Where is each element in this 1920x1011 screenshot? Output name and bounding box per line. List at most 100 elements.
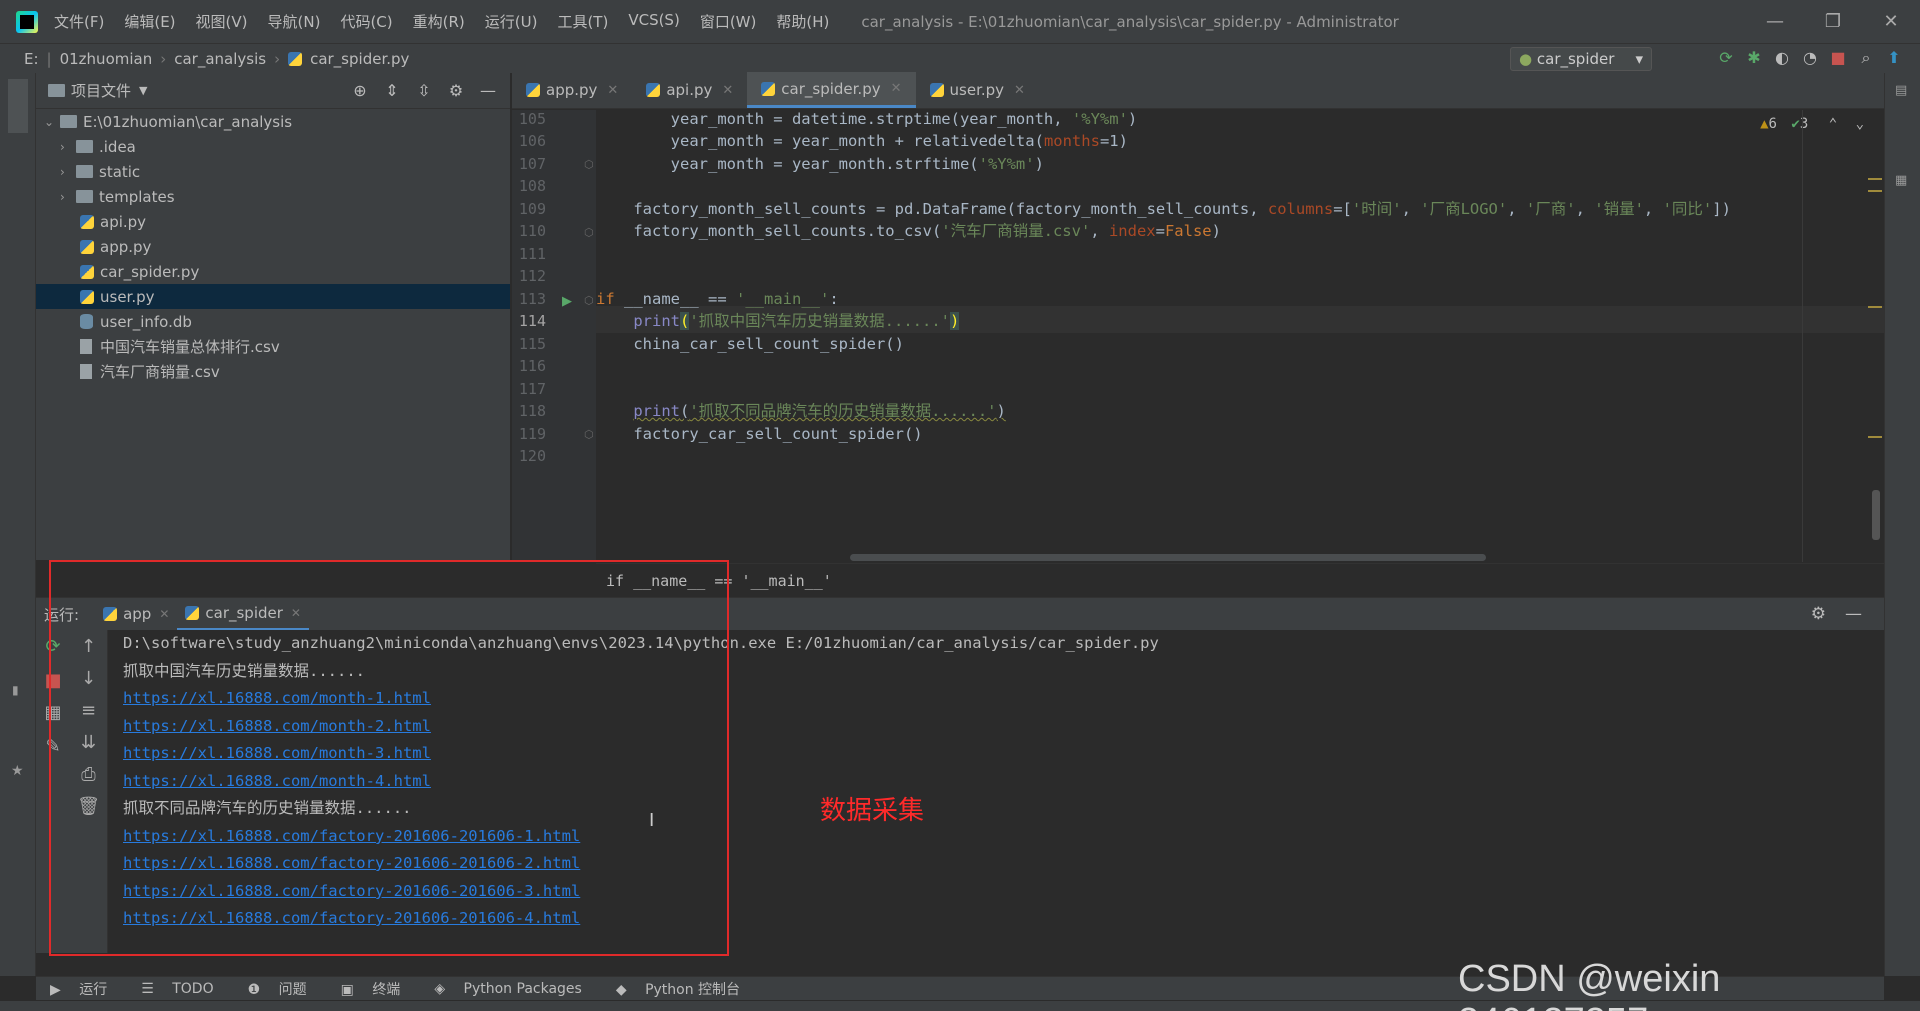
- close-icon[interactable]: ✕: [607, 83, 618, 98]
- close-icon[interactable]: ✕: [722, 83, 733, 98]
- expand-arrow-icon[interactable]: ›: [60, 165, 76, 179]
- tool-tab-terminal[interactable]: ▣ 终端: [341, 979, 411, 999]
- fold-icon[interactable]: ⬡: [584, 226, 594, 239]
- menu-file[interactable]: 文件(F): [54, 11, 104, 32]
- chevron-right-icon: ›: [160, 49, 167, 68]
- expand-arrow-icon[interactable]: ⌄: [44, 115, 60, 129]
- update-icon[interactable]: ⬆: [1880, 48, 1908, 68]
- vertical-scrollbar[interactable]: [1872, 490, 1880, 540]
- line-number: 115: [518, 335, 546, 353]
- minimize-icon[interactable]: —: [1746, 0, 1804, 43]
- tree-item[interactable]: 汽车厂商销量.csv: [36, 359, 510, 384]
- breadcrumb-project[interactable]: car_analysis: [174, 50, 266, 68]
- stop-icon[interactable]: ■: [1824, 48, 1852, 68]
- tool-tab-python-packages[interactable]: ◈ Python Packages: [434, 981, 592, 997]
- horizontal-scrollbar[interactable]: [850, 554, 1486, 561]
- tree-item[interactable]: user.py: [36, 284, 510, 309]
- stripe-mark[interactable]: [1868, 306, 1882, 308]
- locate-icon[interactable]: ⊕: [344, 81, 376, 100]
- rerun-icon[interactable]: ⟳: [1712, 48, 1740, 68]
- line-number-current: 114: [518, 312, 546, 330]
- tree-item[interactable]: 中国汽车销量总体排行.csv: [36, 334, 510, 359]
- tree-item[interactable]: car_spider.py: [36, 259, 510, 284]
- restore-icon[interactable]: ❐: [1804, 0, 1862, 43]
- menu-navigate[interactable]: 导航(N): [268, 11, 321, 32]
- tab-car-spider-py[interactable]: car_spider.py ✕: [747, 72, 916, 108]
- stripe-mark[interactable]: [1868, 436, 1882, 438]
- tree-item[interactable]: user_info.db: [36, 309, 510, 334]
- tool-tab-label: 问题: [278, 981, 307, 998]
- project-tool-icon[interactable]: [8, 79, 28, 133]
- tab-user-py[interactable]: user.py ✕: [916, 72, 1039, 108]
- breadcrumb-drive[interactable]: E:: [24, 50, 39, 68]
- fold-icon[interactable]: ⬡: [584, 158, 594, 171]
- stripe-mark[interactable]: [1868, 190, 1882, 192]
- breadcrumb-separator: |: [46, 49, 52, 68]
- tree-items: › .idea › static › templates api.py app.py car_s…: [36, 134, 510, 384]
- tree-item[interactable]: api.py: [36, 209, 510, 234]
- menu-refactor[interactable]: 重构(R): [413, 11, 465, 32]
- collapse-all-icon[interactable]: ⇳: [408, 81, 440, 100]
- gear-icon[interactable]: ⚙: [1811, 604, 1826, 624]
- menu-vcs[interactable]: VCS(S): [628, 11, 679, 32]
- tree-root[interactable]: ⌄ E:\01zhuomian\car_analysis: [36, 109, 510, 134]
- run-gutter-icon[interactable]: ▶: [562, 294, 572, 309]
- breadcrumb-file[interactable]: car_spider.py: [310, 50, 409, 68]
- tree-item[interactable]: › static: [36, 159, 510, 184]
- python-file-icon: [80, 239, 94, 254]
- search-icon[interactable]: ⌕: [1852, 48, 1880, 68]
- code-breadcrumb[interactable]: if __name__ == '__main__': [596, 563, 1884, 597]
- chevron-down-icon[interactable]: ⌄: [1856, 116, 1864, 132]
- expand-arrow-icon[interactable]: ›: [60, 140, 76, 154]
- tree-item[interactable]: › templates: [36, 184, 510, 209]
- tree-item[interactable]: app.py: [36, 234, 510, 259]
- code-line: china_car_sell_count_spider(): [596, 335, 904, 353]
- gear-icon[interactable]: ⚙: [440, 81, 472, 100]
- expand-arrow-icon[interactable]: ›: [60, 190, 76, 204]
- tool-tab-problems[interactable]: ❶ 问题: [248, 979, 317, 999]
- python-file-icon: [929, 83, 944, 97]
- breadcrumb-folder[interactable]: 01zhuomian: [60, 50, 153, 68]
- coverage-icon[interactable]: ◐: [1768, 48, 1796, 68]
- tool-tab-run[interactable]: ▶ 运行: [50, 979, 117, 999]
- tab-app-py[interactable]: app.py ✕: [512, 72, 632, 108]
- menu-help[interactable]: 帮助(H): [776, 11, 829, 32]
- fold-icon[interactable]: ⬡: [584, 428, 594, 441]
- menu-run[interactable]: 运行(U): [485, 11, 538, 32]
- menu-code[interactable]: 代码(C): [340, 11, 392, 32]
- tree-item-label: .idea: [99, 137, 136, 156]
- run-config-select[interactable]: ● car_spider ▾: [1510, 47, 1652, 71]
- stripe-mark[interactable]: [1868, 178, 1882, 180]
- close-icon[interactable]: ✕: [1862, 0, 1920, 43]
- tree-item[interactable]: › .idea: [36, 134, 510, 159]
- close-icon[interactable]: ✕: [1014, 83, 1025, 98]
- database-tool-icon[interactable]: ▤: [1895, 83, 1907, 98]
- code-editor[interactable]: year_month = datetime.strptime(year_mont…: [596, 110, 1884, 562]
- sciview-tool-icon[interactable]: ▦: [1895, 173, 1907, 188]
- tool-tab-python-console[interactable]: ◆ Python 控制台: [616, 979, 750, 999]
- close-icon[interactable]: ✕: [891, 81, 902, 96]
- profile-icon[interactable]: ◔: [1796, 48, 1824, 68]
- menu-view[interactable]: 视图(V): [196, 11, 248, 32]
- project-panel-title[interactable]: 项目文件: [71, 80, 131, 101]
- menu-edit[interactable]: 编辑(E): [124, 11, 175, 32]
- line-number: 111: [518, 245, 546, 263]
- menu-window[interactable]: 窗口(W): [700, 11, 757, 32]
- inspection-widget[interactable]: ▲6 ✔3 ⌃ ⌄: [1760, 116, 1864, 132]
- python-file-icon: [526, 83, 540, 97]
- tab-api-py[interactable]: api.py ✕: [632, 72, 747, 108]
- favorites-star-icon[interactable]: ★: [11, 763, 24, 779]
- project-panel-actions: ⊕ ⇕ ⇳ ⚙ —: [344, 81, 504, 100]
- structure-tool-icon[interactable]: ▮: [12, 683, 19, 697]
- tool-tab-label: Python Packages: [463, 980, 582, 997]
- debug-icon[interactable]: ✱: [1740, 48, 1768, 68]
- fold-icon[interactable]: ⬡: [584, 294, 594, 307]
- tool-tab-todo[interactable]: ☰ TODO: [141, 981, 223, 997]
- hide-icon[interactable]: —: [472, 81, 504, 100]
- expand-all-icon[interactable]: ⇕: [376, 81, 408, 100]
- hide-icon[interactable]: —: [1845, 604, 1862, 624]
- chevron-up-icon[interactable]: ⌃: [1829, 116, 1837, 132]
- chevron-down-icon[interactable]: ▼: [139, 84, 147, 97]
- menu-tools[interactable]: 工具(T): [557, 11, 608, 32]
- tree-item-label: static: [99, 162, 141, 181]
